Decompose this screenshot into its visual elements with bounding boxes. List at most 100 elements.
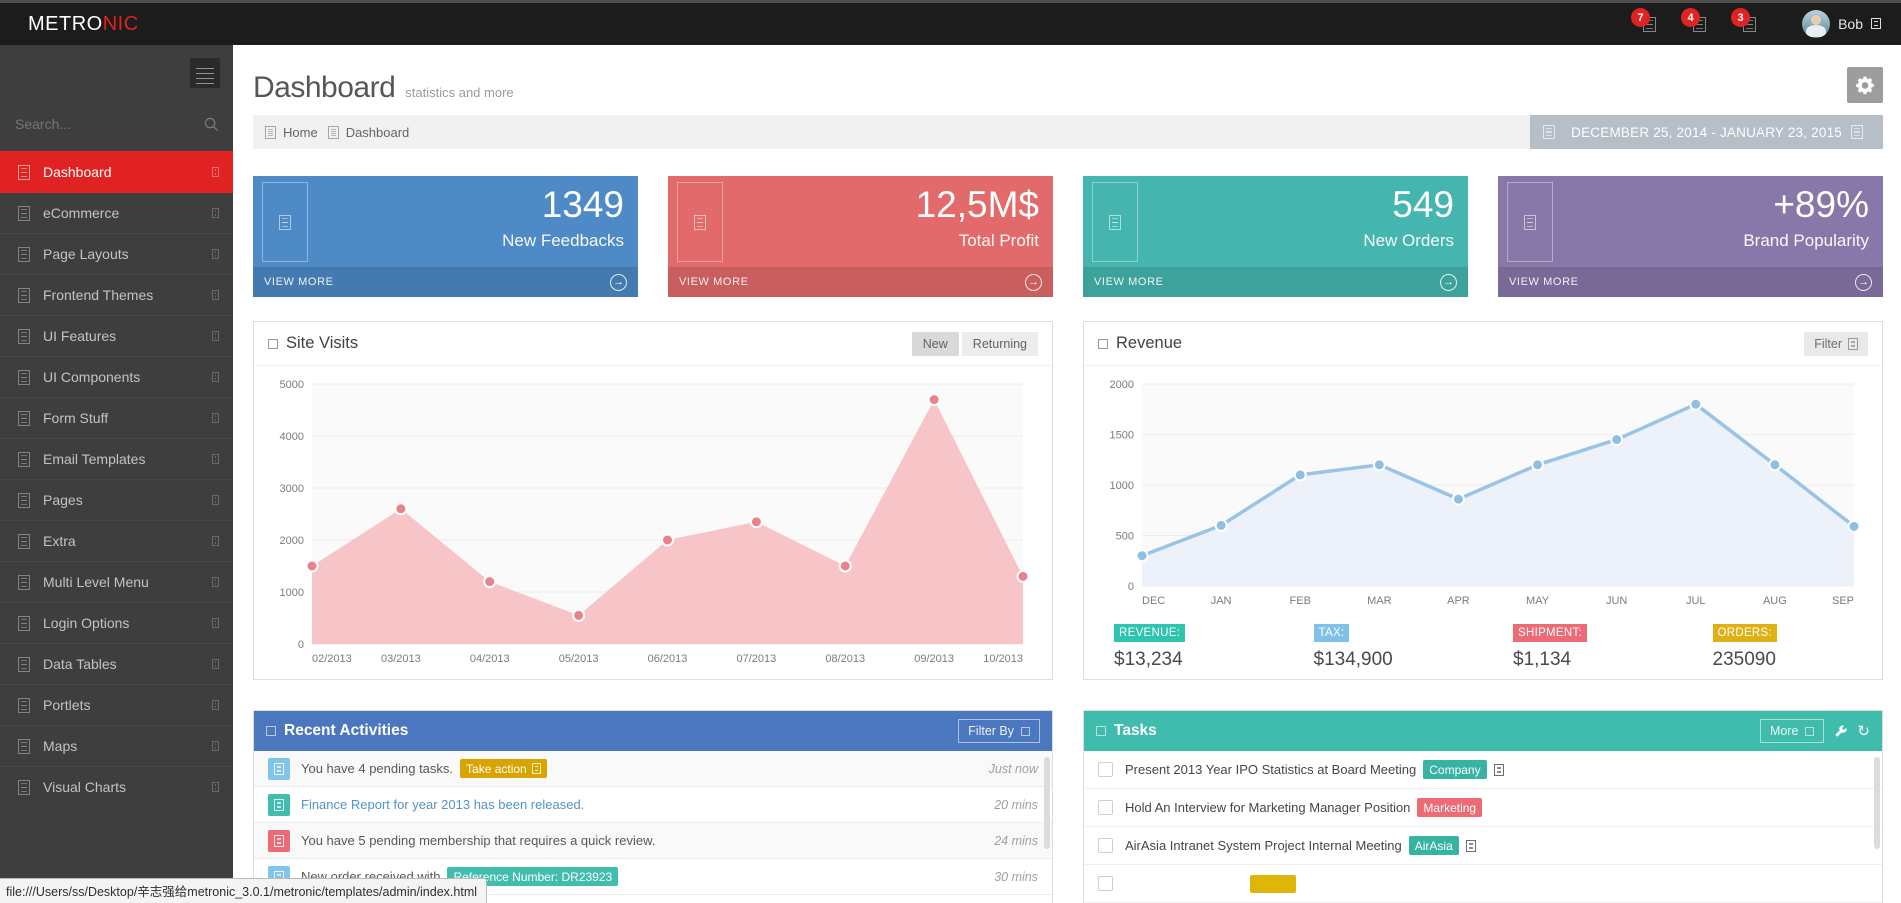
svg-text:3000: 3000	[280, 483, 304, 495]
activity-badge[interactable]: Take action	[460, 759, 547, 778]
task-badge: Marketing	[1417, 798, 1482, 817]
task-item[interactable]: Hold An Interview for Marketing Manager …	[1084, 789, 1882, 827]
envelope-icon-button[interactable]: 4	[1693, 16, 1708, 32]
activity-item[interactable]: You have 4 pending tasks. Take action Ju…	[254, 751, 1052, 787]
task-text: Present 2013 Year IPO Statistics at Boar…	[1125, 762, 1416, 777]
task-checkbox[interactable]	[1098, 838, 1113, 853]
bell-icon-button[interactable]: 7	[1643, 16, 1658, 32]
caret-icon	[1805, 727, 1814, 736]
date-range-picker[interactable]: DECEMBER 25, 2014 - JANUARY 23, 2015	[1530, 115, 1883, 149]
view-more-link[interactable]: VIEW MORE →	[1498, 267, 1883, 297]
activity-time: 24 mins	[994, 834, 1038, 848]
view-more-link[interactable]: VIEW MORE →	[253, 267, 638, 297]
task-text: AirAsia Intranet System Project Internal…	[1125, 838, 1402, 853]
settings-gear-button[interactable]	[1847, 67, 1883, 103]
sidebar-item-login-options[interactable]: Login Options	[0, 602, 233, 643]
view-more-link[interactable]: VIEW MORE →	[1083, 267, 1468, 297]
breadcrumb-home[interactable]: Home	[283, 125, 318, 140]
svg-text:FEB: FEB	[1290, 595, 1311, 607]
angle-left-icon	[212, 167, 219, 177]
task-badge: Company	[1423, 760, 1486, 779]
toggle-returning-button[interactable]: Returning	[962, 332, 1038, 356]
notification-badge: 4	[1681, 8, 1700, 27]
tasks-icon-button[interactable]: 3	[1743, 16, 1758, 32]
task-checkbox[interactable]	[1098, 800, 1113, 815]
sidebar-item-ui-features[interactable]: UI Features	[0, 315, 233, 356]
stat-tile-total-profit[interactable]: 12,5M$ Total Profit VIEW MORE →	[668, 176, 1053, 297]
revenue-stat-tax: TAX: $134,900	[1284, 623, 1484, 671]
sidebar-item-maps[interactable]: Maps	[0, 725, 233, 766]
user-menu[interactable]: Bob	[1802, 10, 1881, 38]
sidebar-item-pages[interactable]: Pages	[0, 479, 233, 520]
arrow-right-icon: →	[1025, 274, 1042, 291]
stat-tile-brand-popularity[interactable]: +89% Brand Popularity VIEW MORE →	[1498, 176, 1883, 297]
sidebar-item-label: eCommerce	[43, 205, 119, 221]
activity-item[interactable]: You have 5 pending membership that requi…	[254, 823, 1052, 859]
top-navbar: METRONIC 7 4 3 Bob	[0, 3, 1901, 45]
search-icon[interactable]	[204, 117, 219, 132]
sidebar-item-ui-components[interactable]: UI Components	[0, 356, 233, 397]
sidebar-item-multi-level-menu[interactable]: Multi Level Menu	[0, 561, 233, 602]
scrollbar[interactable]	[1874, 757, 1880, 849]
sidebar-item-page-layouts[interactable]: Page Layouts	[0, 233, 233, 274]
stat-tile-new-orders[interactable]: 549 New Orders VIEW MORE →	[1083, 176, 1468, 297]
task-text: Hold An Interview for Marketing Manager …	[1125, 800, 1410, 815]
activity-time: 20 mins	[994, 798, 1038, 812]
sidebar-item-form-stuff[interactable]: Form Stuff	[0, 397, 233, 438]
task-checkbox[interactable]	[1098, 762, 1113, 777]
page-title: Dashboard	[253, 71, 395, 105]
panel-icon	[268, 339, 278, 349]
view-more-link[interactable]: VIEW MORE →	[668, 267, 1053, 297]
logo[interactable]: METRONIC	[28, 13, 139, 36]
sidebar-item-visual-charts[interactable]: Visual Charts	[0, 766, 233, 807]
recent-activities-title: Recent Activities	[266, 722, 408, 740]
sidebar-item-email-templates[interactable]: Email Templates	[0, 438, 233, 479]
svg-text:2000: 2000	[1110, 379, 1134, 391]
bell-icon	[1466, 840, 1476, 852]
sidebar-item-label: Visual Charts	[43, 779, 126, 795]
sidebar-item-extra[interactable]: Extra	[0, 520, 233, 561]
sidebar-item-label: Extra	[43, 533, 76, 549]
svg-text:5000: 5000	[280, 379, 304, 391]
filter-button[interactable]: Filter	[1804, 332, 1868, 356]
sidebar-search	[15, 103, 219, 145]
sidebar-item-data-tables[interactable]: Data Tables	[0, 643, 233, 684]
svg-text:1000: 1000	[280, 587, 304, 599]
refresh-icon[interactable]: ↻	[1857, 724, 1870, 739]
sidebar-item-dashboard[interactable]: Dashboard	[0, 151, 233, 192]
stat-amount: $13,234	[1114, 649, 1284, 671]
svg-text:JUN: JUN	[1606, 595, 1627, 607]
sidebar-item-label: UI Components	[43, 369, 140, 385]
sidebar-item-frontend-themes[interactable]: Frontend Themes	[0, 274, 233, 315]
toggle-new-button[interactable]: New	[912, 332, 959, 356]
sidebar-toggle-button[interactable]	[190, 58, 220, 88]
filter-by-button[interactable]: Filter By	[958, 719, 1040, 743]
stat-tile-new-feedbacks[interactable]: 1349 New Feedbacks VIEW MORE →	[253, 176, 638, 297]
task-item[interactable]: Present 2013 Year IPO Statistics at Boar…	[1084, 751, 1882, 789]
angle-down-icon	[1851, 125, 1863, 139]
scrollbar[interactable]	[1044, 757, 1050, 849]
search-input[interactable]	[15, 116, 204, 132]
task-item[interactable]: AirAsia Intranet System Project Internal…	[1084, 827, 1882, 865]
site-visits-panel: Site Visits NewReturning 010002000300040…	[253, 321, 1053, 680]
svg-text:MAR: MAR	[1367, 595, 1392, 607]
stat-label: New Feedbacks	[502, 231, 624, 251]
angle-left-icon	[212, 577, 219, 587]
angle-left-icon	[212, 372, 219, 382]
sidebar-item-label: Maps	[43, 738, 77, 754]
angle-left-icon	[212, 290, 219, 300]
sidebar-item-portlets[interactable]: Portlets	[0, 684, 233, 725]
revenue-panel: Revenue Filter 0500100015002000DECJANFEB…	[1083, 321, 1883, 680]
activity-text[interactable]: Finance Report for year 2013 has been re…	[301, 797, 584, 812]
wrench-icon[interactable]	[1834, 725, 1847, 738]
task-item[interactable]	[1084, 865, 1882, 903]
svg-text:10/2013: 10/2013	[983, 653, 1023, 665]
angle-right-icon	[328, 126, 339, 139]
more-button[interactable]: More	[1760, 719, 1824, 743]
activity-item[interactable]: Finance Report for year 2013 has been re…	[254, 787, 1052, 823]
calendar-icon	[1543, 125, 1555, 139]
svg-text:APR: APR	[1447, 595, 1470, 607]
sidebar-item-ecommerce[interactable]: eCommerce	[0, 192, 233, 233]
angle-left-icon	[212, 741, 219, 751]
task-checkbox[interactable]	[1098, 876, 1113, 891]
